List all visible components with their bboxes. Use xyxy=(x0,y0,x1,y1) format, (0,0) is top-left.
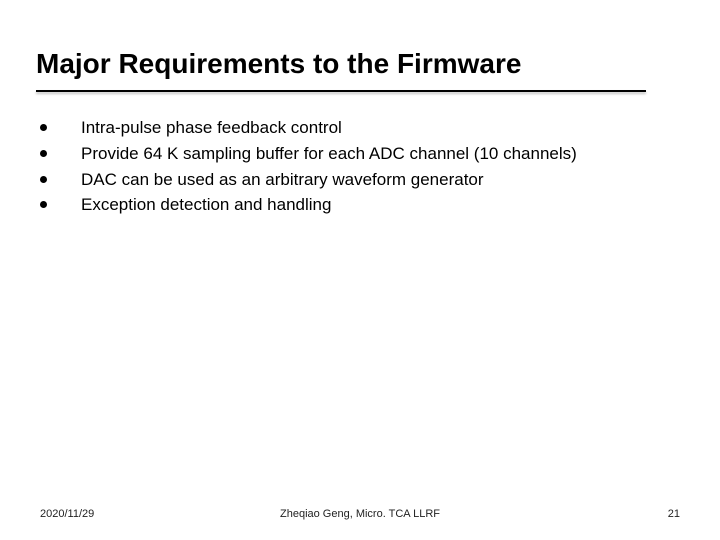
bullet-icon xyxy=(40,150,47,157)
list-item: Exception detection and handling xyxy=(40,193,690,217)
list-item: DAC can be used as an arbitrary waveform… xyxy=(40,168,690,192)
title-underline xyxy=(36,90,646,92)
slide-footer: 2020/11/29 Zheqiao Geng, Micro. TCA LLRF… xyxy=(40,508,680,520)
bullet-text: Provide 64 K sampling buffer for each AD… xyxy=(81,142,577,166)
slide-body: Intra-pulse phase feedback control Provi… xyxy=(40,116,690,219)
footer-date: 2020/11/29 xyxy=(40,508,94,520)
list-item: Intra-pulse phase feedback control xyxy=(40,116,690,140)
footer-page-number: 21 xyxy=(668,508,680,520)
bullet-icon xyxy=(40,176,47,183)
slide-title: Major Requirements to the Firmware xyxy=(36,48,684,86)
bullet-text: DAC can be used as an arbitrary waveform… xyxy=(81,168,484,192)
title-block: Major Requirements to the Firmware xyxy=(36,48,684,92)
bullet-text: Exception detection and handling xyxy=(81,193,331,217)
footer-center: Zheqiao Geng, Micro. TCA LLRF xyxy=(40,508,680,520)
bullet-text: Intra-pulse phase feedback control xyxy=(81,116,342,140)
bullet-icon xyxy=(40,201,47,208)
bullet-icon xyxy=(40,124,47,131)
list-item: Provide 64 K sampling buffer for each AD… xyxy=(40,142,690,166)
bullet-list: Intra-pulse phase feedback control Provi… xyxy=(40,116,690,217)
slide: Major Requirements to the Firmware Intra… xyxy=(0,0,720,540)
